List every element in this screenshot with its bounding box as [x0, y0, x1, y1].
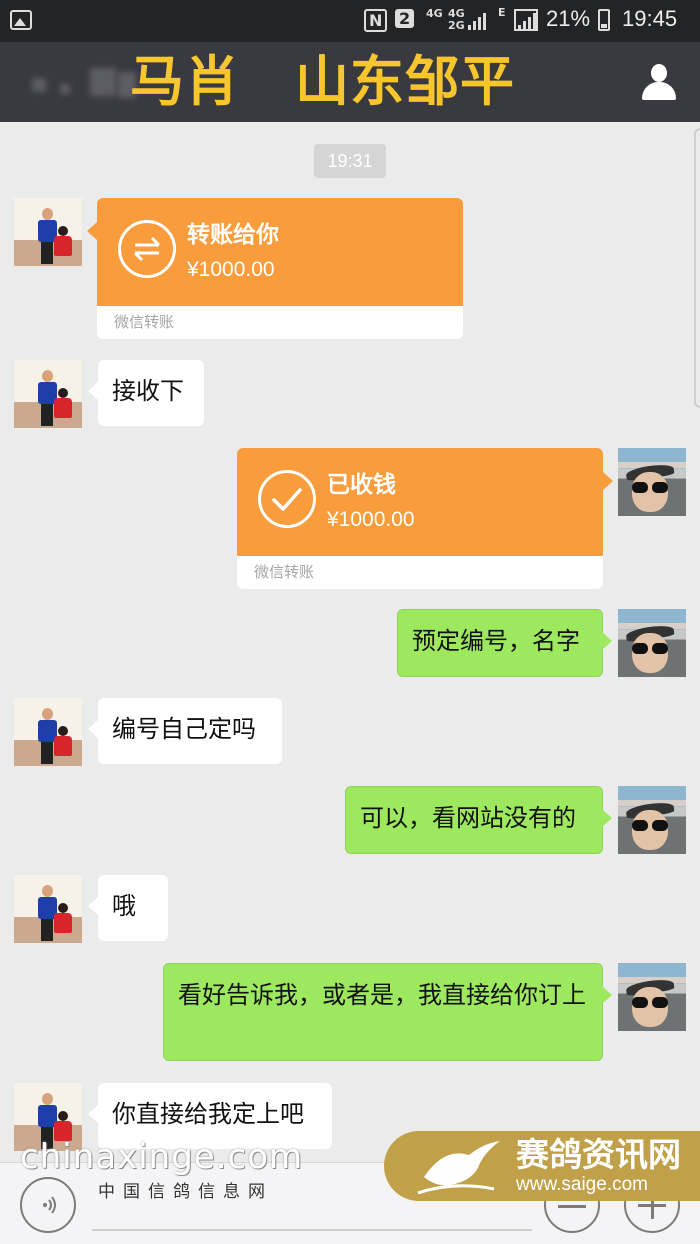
- clock: 19:45: [622, 6, 678, 31]
- watermark-saige: 赛鸽资讯网 www.saige.com: [384, 1131, 700, 1201]
- friend-avatar[interactable]: [14, 875, 82, 943]
- signal-icon: [514, 9, 538, 31]
- transfer-amount: ¥1000.00: [187, 258, 275, 281]
- friend-avatar[interactable]: [14, 698, 82, 766]
- my-avatar[interactable]: [618, 963, 686, 1031]
- friend-avatar[interactable]: [14, 198, 82, 266]
- transfer-amount: ¥1000.00: [327, 508, 415, 531]
- message-bubble-sent[interactable]: 可以，看网站没有的: [345, 786, 612, 854]
- network-type-2: 4G: [448, 7, 465, 20]
- message-bubble-received[interactable]: 编号自己定吗: [88, 698, 282, 764]
- contact-icon[interactable]: [640, 64, 678, 102]
- message-bubble-received[interactable]: 哦: [88, 875, 168, 941]
- transfer-footer: 微信转账: [237, 556, 603, 589]
- message-bubble-sent[interactable]: 预定编号，名字: [397, 609, 612, 677]
- transfer-footer: 微信转账: [97, 306, 463, 339]
- my-avatar[interactable]: [618, 609, 686, 677]
- sim-slot-icon: 2: [395, 9, 415, 28]
- check-icon: [258, 470, 316, 528]
- wechat-chat-screen: N 2 4G 4G 2G E 21% 19:45 马肖 山东邹平 19:31 转…: [0, 0, 700, 1244]
- voice-button[interactable]: [20, 1177, 76, 1233]
- watermark-saige-name: 赛鸽资讯网: [516, 1135, 681, 1174]
- my-avatar[interactable]: [618, 448, 686, 516]
- message-timestamp: 19:31: [314, 144, 386, 178]
- title-bar: 马肖 山东邹平: [0, 42, 700, 122]
- watermark-chinaxinge-sub: 中国信鸽信息网: [98, 1182, 273, 1202]
- nfc-icon: N: [364, 9, 388, 32]
- message-bubble-received[interactable]: 接收下: [88, 360, 204, 426]
- friend-avatar[interactable]: [14, 360, 82, 428]
- message-input[interactable]: [92, 1229, 532, 1231]
- chat-title: 马肖 山东邹平: [130, 50, 515, 113]
- network-type-2-sub: 2G: [448, 19, 465, 32]
- pigeon-logo-icon: [417, 1141, 500, 1195]
- status-bar: N 2 4G 4G 2G E 21% 19:45: [0, 0, 700, 42]
- watermark-chinaxinge: chinaxinge.com: [20, 1137, 304, 1177]
- scroll-edge: [694, 128, 700, 408]
- transfer-title: 已收钱: [327, 472, 396, 498]
- watermark-saige-url: www.saige.com: [516, 1174, 648, 1195]
- blurred-name: [26, 64, 136, 102]
- battery-percent: 21%: [546, 6, 591, 31]
- signal-icon: [468, 10, 488, 30]
- gallery-icon: [10, 10, 32, 30]
- e-indicator: E: [498, 6, 506, 19]
- transfer-card-received[interactable]: 转账给你 ¥1000.00 微信转账: [87, 198, 463, 339]
- voice-icon: [43, 1196, 56, 1214]
- transfer-card-accepted[interactable]: 已收钱 ¥1000.00 微信转账: [237, 448, 613, 589]
- network-type-1: 4G: [426, 7, 443, 20]
- message-bubble-sent[interactable]: 看好告诉我，或者是，我直接给你订上: [163, 963, 612, 1061]
- transfer-arrows-icon: [118, 220, 176, 278]
- my-avatar[interactable]: [618, 786, 686, 854]
- battery-icon: [598, 9, 610, 31]
- transfer-title: 转账给你: [187, 222, 279, 248]
